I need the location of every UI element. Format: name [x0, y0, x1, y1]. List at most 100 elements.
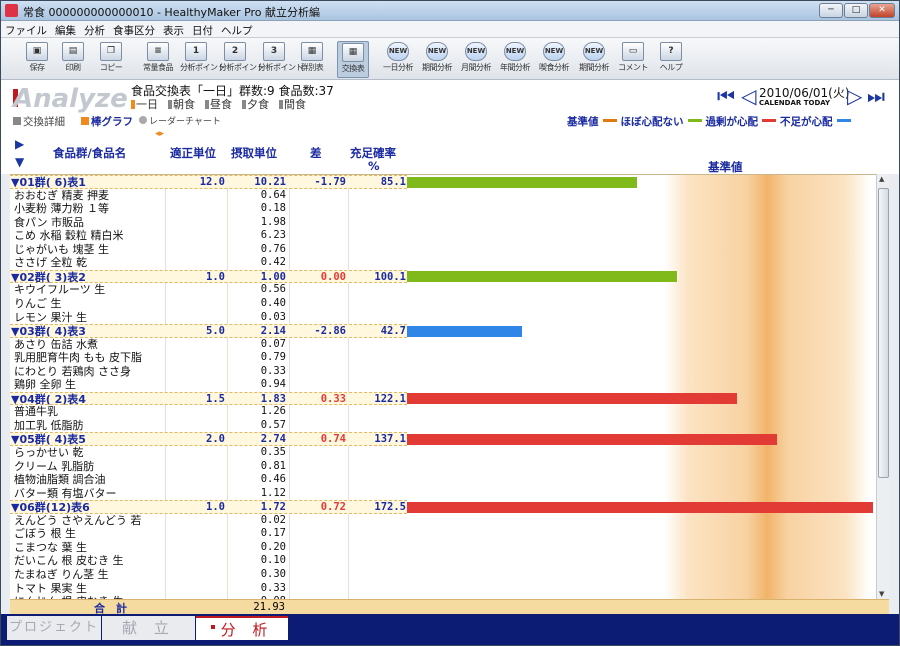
cell-intake: 1.26	[260, 405, 286, 418]
app-icon	[5, 4, 18, 17]
meal-option[interactable]: 朝食	[168, 98, 200, 111]
detail-toggle[interactable]: 交換詳細	[13, 114, 65, 129]
first-date-button[interactable]: ⏮	[717, 84, 735, 108]
toolbar-button-comment[interactable]: ▭ コメント	[617, 41, 649, 78]
group-row[interactable]: ▼04群( 2)表4 1.5 1.83 0.33 122.1	[10, 391, 407, 406]
food-name: らっかせい 乾	[14, 446, 84, 459]
radar-chart-toggle[interactable]: レーダーチャート	[139, 114, 221, 127]
toolbar-button-print[interactable]: ▤ 印刷	[57, 41, 89, 78]
col-std[interactable]: 適正単位	[170, 145, 216, 161]
table-row[interactable]: 加工乳 低脂肪 0.57	[10, 419, 407, 433]
toolbar-button-analysis-1[interactable]: 1 分析ポイント	[180, 41, 226, 78]
table-row[interactable]: 普通牛乳 1.26	[10, 405, 407, 419]
table-row[interactable]: りんご 生 0.40	[10, 297, 407, 311]
table-row[interactable]: バター類 有塩バター 1.12	[10, 487, 407, 501]
table-row[interactable]: あさり 缶詰 水煮 0.07	[10, 338, 407, 352]
table-row[interactable]: にわとり 若鶏肉 ささ身 0.33	[10, 365, 407, 379]
column-resize-icon[interactable]: ◂▸	[155, 129, 164, 139]
group-row[interactable]: ▼01群( 6)表1 12.0 10.21 -1.79 85.1	[10, 175, 407, 189]
table-row[interactable]: 食パン 市販品 1.98	[10, 216, 407, 230]
minimize-button[interactable]: ─	[819, 3, 843, 18]
toolbar-button-exchange-table[interactable]: ▦ 交換表	[337, 41, 369, 78]
group-row[interactable]: ▼06群(12)表6 1.0 1.72 0.72 172.5	[10, 500, 407, 514]
legend-swatch	[762, 119, 776, 122]
table-row[interactable]: 小麦粉 薄力粉 １等 0.18	[10, 202, 407, 216]
expand-all-icon[interactable]: ▶	[15, 137, 24, 151]
table-row[interactable]: キウイフルーツ 生 0.56	[10, 283, 407, 297]
table-row[interactable]: らっかせい 乾 0.35	[10, 446, 407, 460]
toolbar-button-day-analysis[interactable]: NEW 一日分析	[382, 41, 414, 78]
table-row[interactable]: たまねぎ りん茎 生 0.30	[10, 568, 407, 582]
chart-bar	[407, 176, 637, 188]
col-intake[interactable]: 摂取単位	[231, 145, 277, 161]
close-button[interactable]: ✕	[869, 3, 895, 18]
next-date-button[interactable]: ▷	[847, 84, 862, 108]
meal-option[interactable]: 一日	[131, 98, 163, 111]
scroll-up-icon[interactable]: ▲	[879, 175, 884, 183]
toolbar-button-analysis-2[interactable]: 2 分析ポイント	[219, 41, 265, 78]
toolbar-button-save[interactable]: ▣ 保存	[21, 41, 53, 78]
bar-chart-icon	[81, 117, 89, 125]
table-row[interactable]: だいこん 根 皮むき 生 0.10	[10, 554, 407, 568]
food-name: バター類 有塩バター	[14, 486, 117, 500]
table-row[interactable]: レモン 果汁 生 0.03	[10, 311, 407, 325]
table-row[interactable]: クリーム 乳脂肪 0.81	[10, 460, 407, 474]
analysis-1-icon: 1	[185, 42, 207, 61]
view-bar: 交換詳細 棒グラフ レーダーチャート 基準値 ほぼ心配ない 過剰が心配 不足が心配	[1, 114, 899, 128]
toolbar-button-analysis-3[interactable]: 3 分析ポイント	[258, 41, 304, 78]
meal-option[interactable]: 夕食	[242, 98, 274, 111]
toolbar-button-copy[interactable]: ❐ コピー	[95, 41, 127, 78]
scroll-down-icon[interactable]: ▼	[879, 590, 884, 598]
table-row[interactable]: おおむぎ 精麦 押麦 0.64	[10, 189, 407, 203]
tab-project[interactable]: プロジェクト	[7, 616, 101, 640]
col-name[interactable]: 食品群/食品名	[53, 145, 126, 161]
bar-chart-toggle[interactable]: 棒グラフ	[81, 114, 133, 129]
table-row[interactable]: ささげ 全粒 乾 0.42	[10, 256, 407, 270]
today-link[interactable]: TODAY	[804, 99, 830, 107]
vertical-scrollbar[interactable]: ▲ ▼	[876, 174, 889, 599]
toolbar-label: 期間分析	[422, 63, 453, 72]
table-row[interactable]: トマト 果実 生 0.33	[10, 582, 407, 596]
table-row[interactable]: 鶏卵 全卵 生 0.94	[10, 378, 407, 392]
scroll-thumb[interactable]	[878, 188, 889, 478]
toolbar-button-food-list[interactable]: ≡ 常量食品	[142, 41, 174, 78]
prev-date-button[interactable]: ◁	[741, 84, 756, 108]
table-row[interactable]: ごぼう 根 生 0.17	[10, 527, 407, 541]
toolbar-button-month-analysis[interactable]: NEW 月間分析	[460, 41, 492, 78]
group-row[interactable]: ▼03群( 4)表3 5.0 2.14 -2.86 42.7	[10, 324, 407, 338]
tab-menu[interactable]: 献 立	[102, 616, 195, 640]
toolbar-button-year-analysis[interactable]: NEW 年間分析	[499, 41, 531, 78]
analysis-header: Analyze 食品交換表「一日」群数:9 食品数:37 一日 朝食 昼食 夕食 間食 …	[1, 80, 899, 114]
group-row[interactable]: ▼05群( 4)表5 2.0 2.74 0.74 137.1	[10, 432, 407, 446]
table-row[interactable]: こまつな 葉 生 0.20	[10, 541, 407, 555]
maximize-button[interactable]: □	[844, 3, 868, 18]
table-row[interactable]: 乳用肥育牛肉 もも 皮下脂 0.79	[10, 351, 407, 365]
analysis-grid: ▼01群( 6)表1 12.0 10.21 -1.79 85.1 おおむぎ 精麦 押麦 0.…	[10, 174, 876, 599]
bar-chart-area	[407, 175, 876, 599]
toolbar-button-help[interactable]: ? ヘルプ	[655, 41, 687, 78]
col-diff[interactable]: 差	[310, 145, 322, 161]
table-row[interactable]: じゃがいも 塊茎 生 0.76	[10, 243, 407, 257]
calendar-link[interactable]: CALENDAR	[759, 99, 801, 107]
toolbar-button-intake-analysis[interactable]: NEW 喫食分析	[538, 41, 570, 78]
cell-intake: 0.79	[260, 351, 286, 364]
last-date-button[interactable]: ⏭	[867, 84, 885, 108]
collapse-all-icon[interactable]: ▼	[15, 155, 24, 169]
table-row[interactable]: 植物油脂類 調合油 0.46	[10, 473, 407, 487]
tab-analysis[interactable]: 分 析	[196, 616, 288, 640]
group-row[interactable]: ▼02群( 3)表2 1.0 1.00 0.00 100.1	[10, 269, 407, 284]
meal-selector: 一日 朝食 昼食 夕食 間食	[131, 96, 316, 112]
food-name: 乳用肥育牛肉 もも 皮下脂	[14, 351, 142, 365]
toolbar-button-group-table[interactable]: ▦ 群別表	[296, 41, 328, 78]
meal-option[interactable]: 昼食	[205, 98, 237, 111]
analysis-3-icon: 3	[263, 42, 285, 61]
toolbar-button-period-analysis-2[interactable]: NEW 期間分析	[578, 41, 610, 78]
table-row[interactable]: えんどう さやえんどう 若 0.02	[10, 514, 407, 528]
toolbar-label: 一日分析	[383, 63, 414, 72]
toolbar-label: コピー	[99, 63, 123, 72]
cell-rate: 100.1	[374, 270, 406, 283]
toolbar-button-period-analysis[interactable]: NEW 期間分析	[421, 41, 453, 78]
cell-diff: 0.72	[320, 501, 346, 514]
meal-option[interactable]: 間食	[279, 98, 311, 111]
table-row[interactable]: こめ 水稲 穀粒 精白米 6.23	[10, 229, 407, 243]
